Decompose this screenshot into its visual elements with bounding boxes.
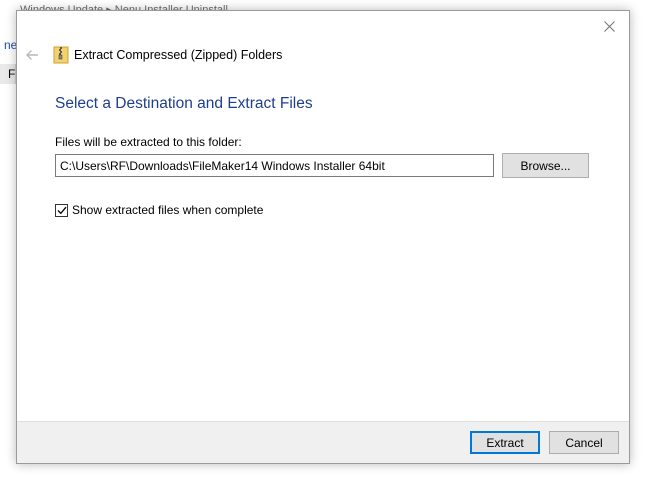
back-arrow-icon: [26, 50, 38, 60]
destination-path-input[interactable]: [55, 154, 494, 177]
background-text-fragment: Fi: [0, 64, 16, 84]
close-button[interactable]: [597, 15, 621, 37]
extract-button[interactable]: Extract: [470, 431, 540, 454]
dialog-title-row: Extract Compressed (Zipped) Folders: [53, 45, 282, 65]
page-heading: Select a Destination and Extract Files: [55, 95, 313, 112]
background-text-fragment: ne: [4, 38, 16, 52]
browse-button[interactable]: Browse...: [502, 153, 589, 178]
extract-dialog: Extract Compressed (Zipped) Folders Sele…: [16, 10, 630, 464]
destination-label: Files will be extracted to this folder:: [55, 135, 242, 149]
show-files-label: Show extracted files when complete: [72, 203, 264, 217]
back-button[interactable]: [23, 47, 41, 63]
zip-folder-icon: [53, 46, 69, 64]
cancel-button[interactable]: Cancel: [549, 431, 619, 454]
dialog-footer: Extract Cancel: [17, 421, 629, 463]
checkmark-icon: [57, 206, 66, 214]
show-files-option[interactable]: Show extracted files when complete: [55, 202, 263, 218]
close-icon: [603, 20, 615, 32]
dialog-title: Extract Compressed (Zipped) Folders: [74, 48, 283, 62]
show-files-checkbox[interactable]: [55, 203, 68, 217]
